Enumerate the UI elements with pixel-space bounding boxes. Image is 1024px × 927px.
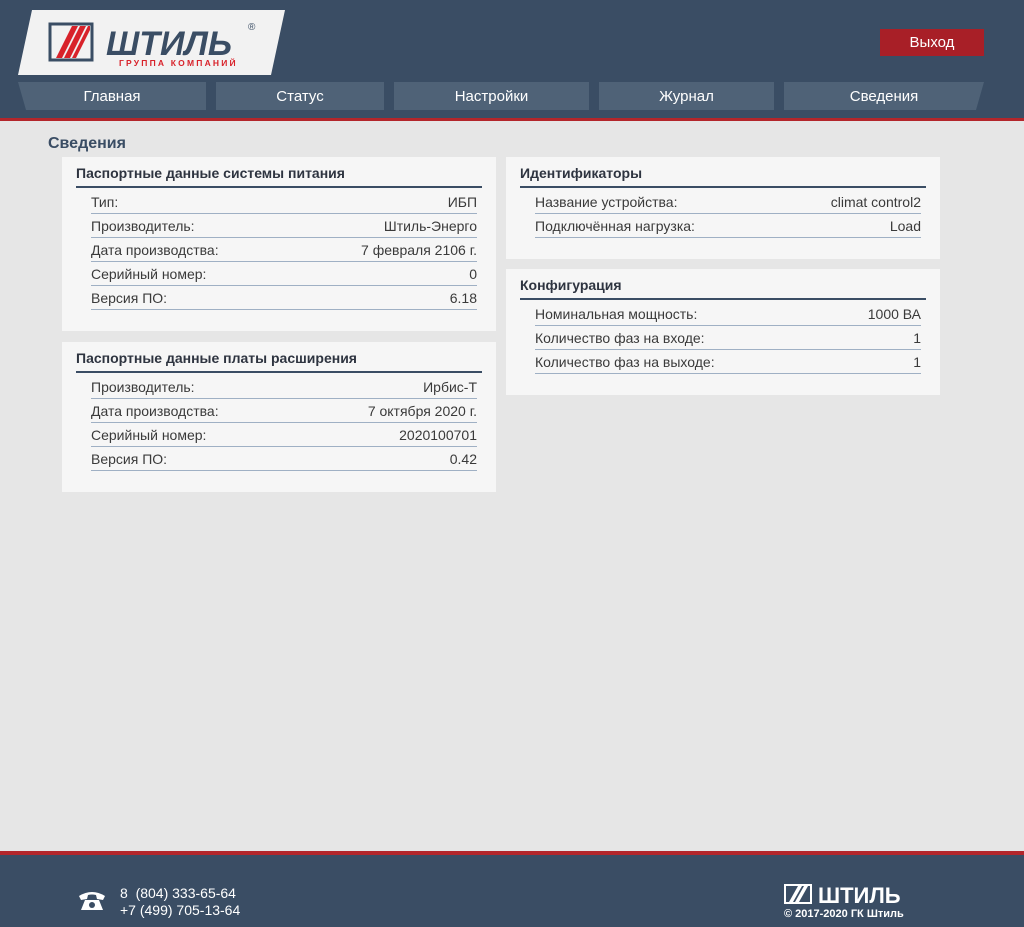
info-row: Серийный номер: 0 bbox=[91, 262, 477, 286]
row-label: Номинальная мощность: bbox=[535, 305, 698, 322]
card-title: Паспортные данные платы расширения bbox=[76, 350, 482, 373]
row-value: Ирбис-Т bbox=[423, 378, 477, 395]
phone-number: 8 (804) 333-65-64 bbox=[120, 885, 236, 901]
contact-phones: 8 (804) 333-65-64 +7 (499) 705-13-64 bbox=[120, 885, 240, 919]
row-value: climat control2 bbox=[830, 193, 921, 210]
row-label: Версия ПО: bbox=[91, 289, 168, 306]
row-value: Штиль-Энерго bbox=[383, 217, 477, 234]
info-row: Название устройства: climat control2 bbox=[535, 190, 921, 214]
card-title: Идентификаторы bbox=[520, 165, 926, 188]
info-list: Название устройства: climat control2 Подк… bbox=[535, 190, 921, 238]
logout-button[interactable]: Выход bbox=[880, 29, 984, 56]
info-row: Дата производства: 7 октября 2020 г. bbox=[91, 399, 477, 423]
row-value: 0 bbox=[469, 265, 477, 282]
header: ШТИЛЬ ® ГРУППА КОМПАНИЙ Выход Главная Ст… bbox=[0, 0, 1024, 121]
info-row: Производитель: Ирбис-Т bbox=[91, 375, 477, 399]
card-title: Конфигурация bbox=[520, 277, 926, 300]
row-value: 1 bbox=[913, 353, 921, 370]
tab-settings[interactable]: Настройки bbox=[394, 82, 589, 110]
info-row: Количество фаз на выходе: 1 bbox=[535, 350, 921, 374]
row-value: 1000 ВА bbox=[867, 305, 921, 322]
row-value: 7 февраля 2106 г. bbox=[361, 241, 477, 258]
row-value: 7 октября 2020 г. bbox=[367, 402, 477, 419]
info-row: Дата производства: 7 февраля 2106 г. bbox=[91, 238, 477, 262]
row-label: Тип: bbox=[91, 193, 119, 210]
card-configuration: Конфигурация Номинальная мощность: 1000 В… bbox=[506, 269, 940, 395]
tab-home[interactable]: Главная bbox=[18, 82, 206, 110]
row-label: Количество фаз на выходе: bbox=[535, 353, 715, 370]
phone-icon bbox=[79, 892, 105, 910]
main-nav: Главная Статус Настройки Журнал Сведения bbox=[18, 82, 984, 110]
row-label: Серийный номер: bbox=[91, 265, 207, 282]
row-value: Load bbox=[889, 217, 921, 234]
info-list: Тип: ИБП Производитель: Штиль-Энерго Дата … bbox=[91, 190, 477, 310]
card-identifiers: Идентификаторы Название устройства: clima… bbox=[506, 157, 940, 259]
page-title: Сведения bbox=[48, 135, 126, 152]
tab-status[interactable]: Статус bbox=[216, 82, 384, 110]
card-power-system: Паспортные данные системы питания Тип: ИБ… bbox=[62, 157, 496, 331]
phone-number: +7 (499) 705-13-64 bbox=[120, 902, 241, 918]
row-value: 6.18 bbox=[449, 289, 477, 306]
tab-journal[interactable]: Журнал bbox=[599, 82, 774, 110]
card-expansion-board: Паспортные данные платы расширения Произ… bbox=[62, 342, 496, 492]
row-label: Производитель: bbox=[91, 378, 195, 395]
footer-brand: ШТИЛЬ bbox=[818, 883, 901, 906]
row-label: Версия ПО: bbox=[91, 450, 168, 467]
row-label: Название устройства: bbox=[535, 193, 678, 210]
tab-info[interactable]: Сведения bbox=[784, 82, 984, 110]
footer-logo: ШТИЛЬ bbox=[784, 883, 901, 906]
info-row: Подключённая нагрузка: Load bbox=[535, 214, 921, 238]
card-title: Паспортные данные системы питания bbox=[76, 165, 482, 188]
row-label: Серийный номер: bbox=[91, 426, 207, 443]
info-row: Версия ПО: 0.42 bbox=[91, 447, 477, 471]
info-row: Номинальная мощность: 1000 ВА bbox=[535, 302, 921, 326]
row-label: Дата производства: bbox=[91, 241, 219, 258]
row-value: 2020100701 bbox=[399, 426, 477, 443]
row-label: Подключённая нагрузка: bbox=[535, 217, 695, 234]
row-value: 1 bbox=[913, 329, 921, 346]
info-row: Версия ПО: 6.18 bbox=[91, 286, 477, 310]
info-list: Номинальная мощность: 1000 ВА Количество … bbox=[535, 302, 921, 374]
row-label: Дата производства: bbox=[91, 402, 219, 419]
copyright: © 2017-2020 ГК Штиль bbox=[784, 908, 904, 920]
row-label: Количество фаз на входе: bbox=[535, 329, 705, 346]
info-row: Производитель: Штиль-Энерго bbox=[91, 214, 477, 238]
info-row: Тип: ИБП bbox=[91, 190, 477, 214]
info-list: Производитель: Ирбис-Т Дата производства:… bbox=[91, 375, 477, 471]
row-label: Производитель: bbox=[91, 217, 195, 234]
info-row: Серийный номер: 2020100701 bbox=[91, 423, 477, 447]
logo-registered: ® bbox=[248, 22, 256, 33]
logo-tagline: ГРУППА КОМПАНИЙ bbox=[119, 57, 238, 68]
footer: 8 (804) 333-65-64 +7 (499) 705-13-64 ШТИ… bbox=[0, 851, 1024, 927]
company-logo: ШТИЛЬ ® ГРУППА КОМПАНИЙ bbox=[18, 10, 285, 75]
info-row: Количество фаз на входе: 1 bbox=[535, 326, 921, 350]
row-value: ИБП bbox=[447, 193, 477, 210]
row-value: 0.42 bbox=[449, 450, 477, 467]
